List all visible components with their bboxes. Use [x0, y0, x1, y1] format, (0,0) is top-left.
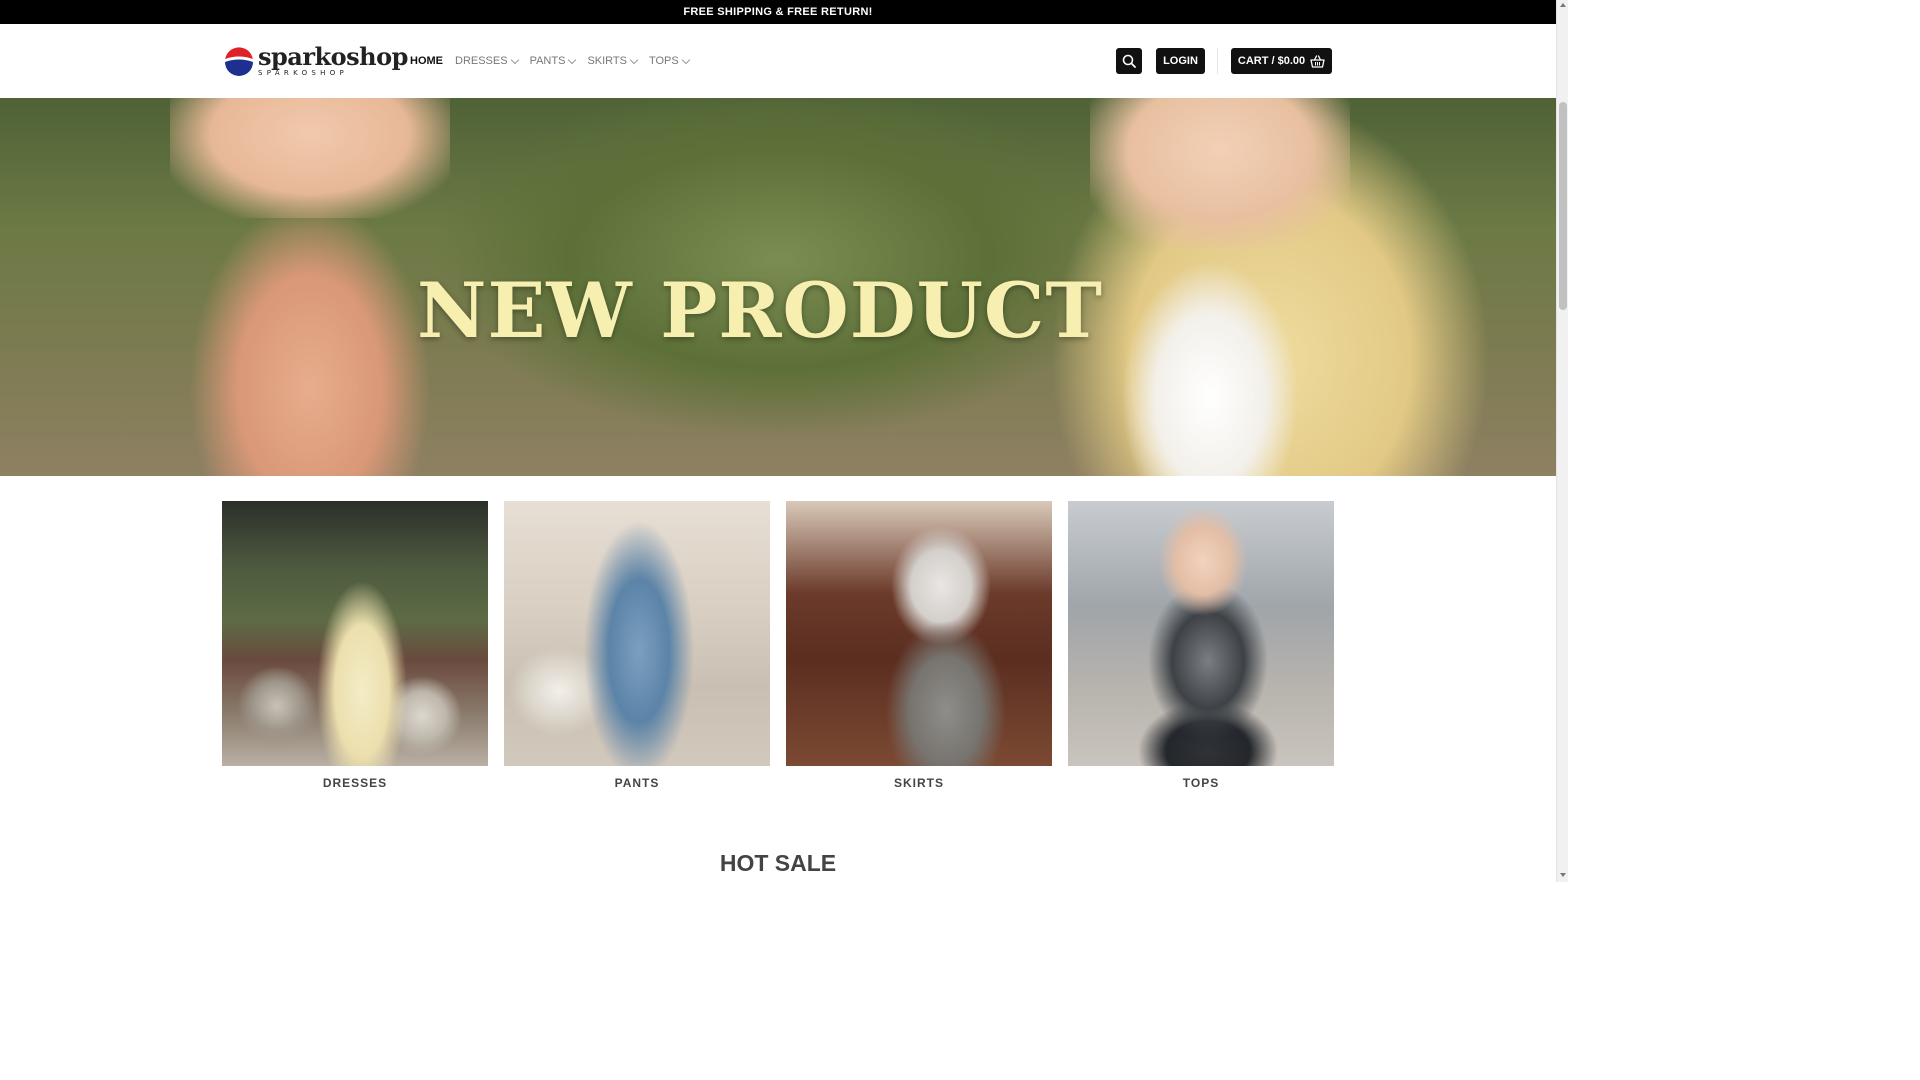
announcement-bar: FREE SHIPPING & FREE RETURN! [0, 0, 1556, 24]
nav-item-pants[interactable]: PANTS [529, 55, 577, 67]
nav-item-tops[interactable]: TOPS [648, 55, 690, 67]
site-logo[interactable]: sparkoshop SPARKOSHOP [224, 44, 408, 78]
nav-item-skirts[interactable]: SKIRTS [587, 55, 639, 67]
category-image-tops[interactable] [1068, 501, 1334, 766]
login-button[interactable]: LOGIN [1156, 48, 1205, 74]
cart-button[interactable]: CART / $0.00 [1231, 48, 1332, 74]
basket-icon [1310, 54, 1325, 68]
nav-item-label: TOPS [648, 55, 679, 67]
login-label: LOGIN [1163, 55, 1198, 67]
site-header: sparkoshop SPARKOSHOP HOME DRESSES PANTS… [0, 24, 1556, 98]
chevron-down-icon [681, 55, 690, 64]
logo-name: sparkoshop [258, 42, 408, 71]
page: FREE SHIPPING & FREE RETURN! sparkoshop … [0, 0, 1568, 882]
scrollbar-thumb[interactable] [1559, 102, 1567, 310]
nav-item-home[interactable]: HOME [410, 55, 443, 67]
header-divider [1217, 48, 1218, 74]
category-image-pants[interactable] [504, 501, 770, 766]
category-image-skirts[interactable] [786, 501, 1052, 766]
category-card-pants[interactable]: PANTS [504, 501, 770, 790]
category-card-skirts[interactable]: SKIRTS [786, 501, 1052, 790]
category-label[interactable]: DRESSES [222, 776, 488, 790]
logo-text: sparkoshop SPARKOSHOP [258, 45, 408, 77]
nav-item-label: DRESSES [455, 55, 508, 67]
chevron-down-icon [510, 55, 519, 64]
search-button[interactable] [1116, 48, 1142, 74]
hero-title: NEW PRODUCT [417, 266, 1103, 355]
chevron-down-icon [568, 55, 577, 64]
hero-image-model-left [170, 98, 450, 218]
main-nav: HOME DRESSES PANTS SKIRTS TOPS [410, 53, 701, 69]
category-card-tops[interactable]: TOPS [1068, 501, 1334, 790]
category-label[interactable]: PANTS [504, 776, 770, 790]
scroll-down-arrow-icon[interactable] [1560, 873, 1566, 877]
nav-item-label: PANTS [529, 55, 566, 67]
page-scrollbar[interactable] [1556, 0, 1568, 882]
search-icon [1122, 54, 1136, 68]
hero-image-model-right [1090, 98, 1350, 248]
logo-mark-icon [225, 47, 253, 76]
category-image-dresses[interactable] [222, 501, 488, 766]
section-title-hot-sale: HOT SALE [719, 850, 837, 876]
category-grid: DRESSES PANTS SKIRTS TOPS [222, 501, 1334, 801]
category-label[interactable]: TOPS [1068, 776, 1334, 790]
cart-label: CART / $0.00 [1237, 55, 1306, 67]
logo-subtitle: SPARKOSHOP [258, 69, 349, 77]
nav-item-label: HOME [410, 55, 443, 67]
chevron-down-icon [629, 55, 639, 64]
hero-banner[interactable]: NEW PRODUCT [0, 98, 1556, 476]
category-label[interactable]: SKIRTS [786, 776, 1052, 790]
category-card-dresses[interactable]: DRESSES [222, 501, 488, 790]
nav-item-dresses[interactable]: DRESSES [455, 55, 519, 67]
announcement-text: FREE SHIPPING & FREE RETURN! [683, 6, 873, 18]
nav-item-label: SKIRTS [587, 55, 627, 67]
scroll-up-arrow-icon[interactable] [1560, 3, 1566, 7]
